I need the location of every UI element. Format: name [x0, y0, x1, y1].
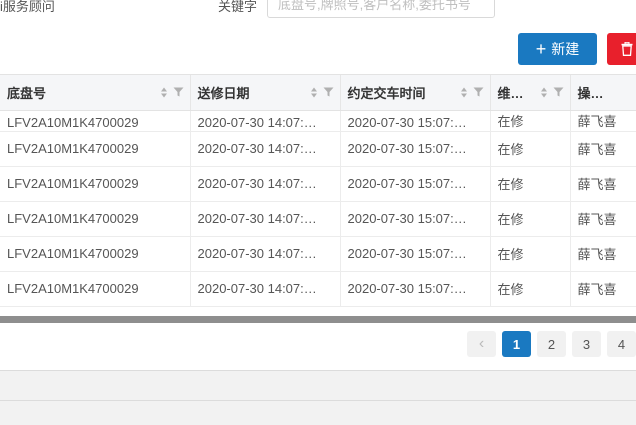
- cell-status: 在修: [490, 271, 571, 307]
- cell-operator: 薛飞喜: [570, 110, 636, 132]
- delete-button[interactable]: [607, 33, 636, 65]
- cell-repair-date: 2020-07-30 14:07:…: [190, 131, 341, 167]
- page-button-1[interactable]: 1: [502, 331, 531, 357]
- cell-repair-date: 2020-07-30 14:07:…: [190, 271, 341, 307]
- sort-icon[interactable]: [160, 87, 167, 98]
- table-row[interactable]: LFV2A10M1K4700029 2020-07-30 14:07:… 202…: [0, 110, 636, 132]
- sort-icon[interactable]: [460, 87, 467, 98]
- page-button-3[interactable]: 3: [572, 331, 601, 357]
- cell-operator: 薛飞喜: [570, 166, 636, 202]
- table-row[interactable]: LFV2A10M1K4700029 2020-07-30 14:07:… 202…: [0, 236, 636, 272]
- cell-delivery-time: 2020-07-30 15:07:…: [340, 166, 491, 202]
- filter-icon[interactable]: [553, 87, 564, 98]
- filter-icon[interactable]: [473, 87, 484, 98]
- cell-status: 在修: [490, 201, 571, 237]
- filter-bar: i服务顾问 关键字: [0, 0, 636, 26]
- column-header-label: 约定交车时间: [347, 85, 426, 101]
- trash-icon: [621, 42, 633, 56]
- table-row[interactable]: LFV2A10M1K4700029 2020-07-30 14:07:… 202…: [0, 201, 636, 237]
- column-header-label: 底盘号: [7, 85, 47, 101]
- cell-delivery-time: 2020-07-30 15:07:…: [340, 110, 491, 132]
- column-header-repair-date[interactable]: 送修日期: [190, 75, 341, 111]
- column-header-delivery-time[interactable]: 约定交车时间: [340, 75, 491, 111]
- table-row[interactable]: LFV2A10M1K4700029 2020-07-30 14:07:… 202…: [0, 271, 636, 307]
- cell-delivery-time: 2020-07-30 15:07:…: [340, 236, 491, 272]
- cell-repair-date: 2020-07-30 14:07:…: [190, 236, 341, 272]
- sort-icon[interactable]: [310, 87, 317, 98]
- data-table: 底盘号 送修日期 约定交车时间 维… 操… LFV2A10M1K4700029 …: [0, 74, 636, 317]
- table-row[interactable]: LFV2A10M1K4700029 2020-07-30 14:07:… 202…: [0, 166, 636, 202]
- cell-vin: LFV2A10M1K4700029: [0, 110, 191, 132]
- pagination: ‹ 1 2 3 4: [0, 331, 636, 357]
- column-header-label: 送修日期: [197, 85, 250, 101]
- new-button-label: 新建: [551, 41, 580, 57]
- table-header-row: 底盘号 送修日期 约定交车时间 维… 操…: [0, 75, 636, 111]
- filter-icon[interactable]: [323, 87, 334, 98]
- footer-divider: [0, 400, 636, 401]
- cell-operator: 薛飞喜: [570, 201, 636, 237]
- footer-bar: [0, 370, 636, 425]
- cell-vin: LFV2A10M1K4700029: [0, 236, 191, 272]
- column-header-label: 操…: [577, 85, 604, 101]
- plus-icon: +: [535, 39, 547, 59]
- keyword-search-input[interactable]: [267, 0, 495, 18]
- page-button-4[interactable]: 4: [607, 331, 636, 357]
- cell-repair-date: 2020-07-30 14:07:…: [190, 166, 341, 202]
- cell-delivery-time: 2020-07-30 15:07:…: [340, 131, 491, 167]
- cell-status: 在修: [490, 110, 571, 132]
- service-advisor-label: i服务顾问: [0, 0, 55, 14]
- cell-vin: LFV2A10M1K4700029: [0, 166, 191, 202]
- column-header-status[interactable]: 维…: [490, 75, 571, 111]
- cell-vin: LFV2A10M1K4700029: [0, 131, 191, 167]
- cell-status: 在修: [490, 131, 571, 167]
- prev-page-button[interactable]: ‹: [467, 331, 496, 357]
- column-header-operator[interactable]: 操…: [570, 75, 636, 111]
- cell-delivery-time: 2020-07-30 15:07:…: [340, 271, 491, 307]
- sort-icon[interactable]: [540, 87, 547, 98]
- cell-operator: 薛飞喜: [570, 131, 636, 167]
- cell-operator: 薛飞喜: [570, 271, 636, 307]
- cell-repair-date: 2020-07-30 14:07:…: [190, 110, 341, 132]
- cell-status: 在修: [490, 236, 571, 272]
- filter-icon[interactable]: [173, 87, 184, 98]
- cell-operator: 薛飞喜: [570, 236, 636, 272]
- cell-status: 在修: [490, 166, 571, 202]
- page-button-2[interactable]: 2: [537, 331, 566, 357]
- table-row[interactable]: LFV2A10M1K4700029 2020-07-30 14:07:… 202…: [0, 131, 636, 167]
- cell-vin: LFV2A10M1K4700029: [0, 271, 191, 307]
- scrollbar-thumb[interactable]: [0, 316, 636, 323]
- horizontal-scrollbar[interactable]: [0, 316, 636, 323]
- cell-repair-date: 2020-07-30 14:07:…: [190, 201, 341, 237]
- cell-vin: LFV2A10M1K4700029: [0, 201, 191, 237]
- column-header-vin[interactable]: 底盘号: [0, 75, 191, 111]
- cell-delivery-time: 2020-07-30 15:07:…: [340, 201, 491, 237]
- column-header-label: 维…: [497, 85, 524, 101]
- keyword-label: 关键字: [218, 0, 258, 14]
- new-button[interactable]: + 新建: [518, 33, 597, 65]
